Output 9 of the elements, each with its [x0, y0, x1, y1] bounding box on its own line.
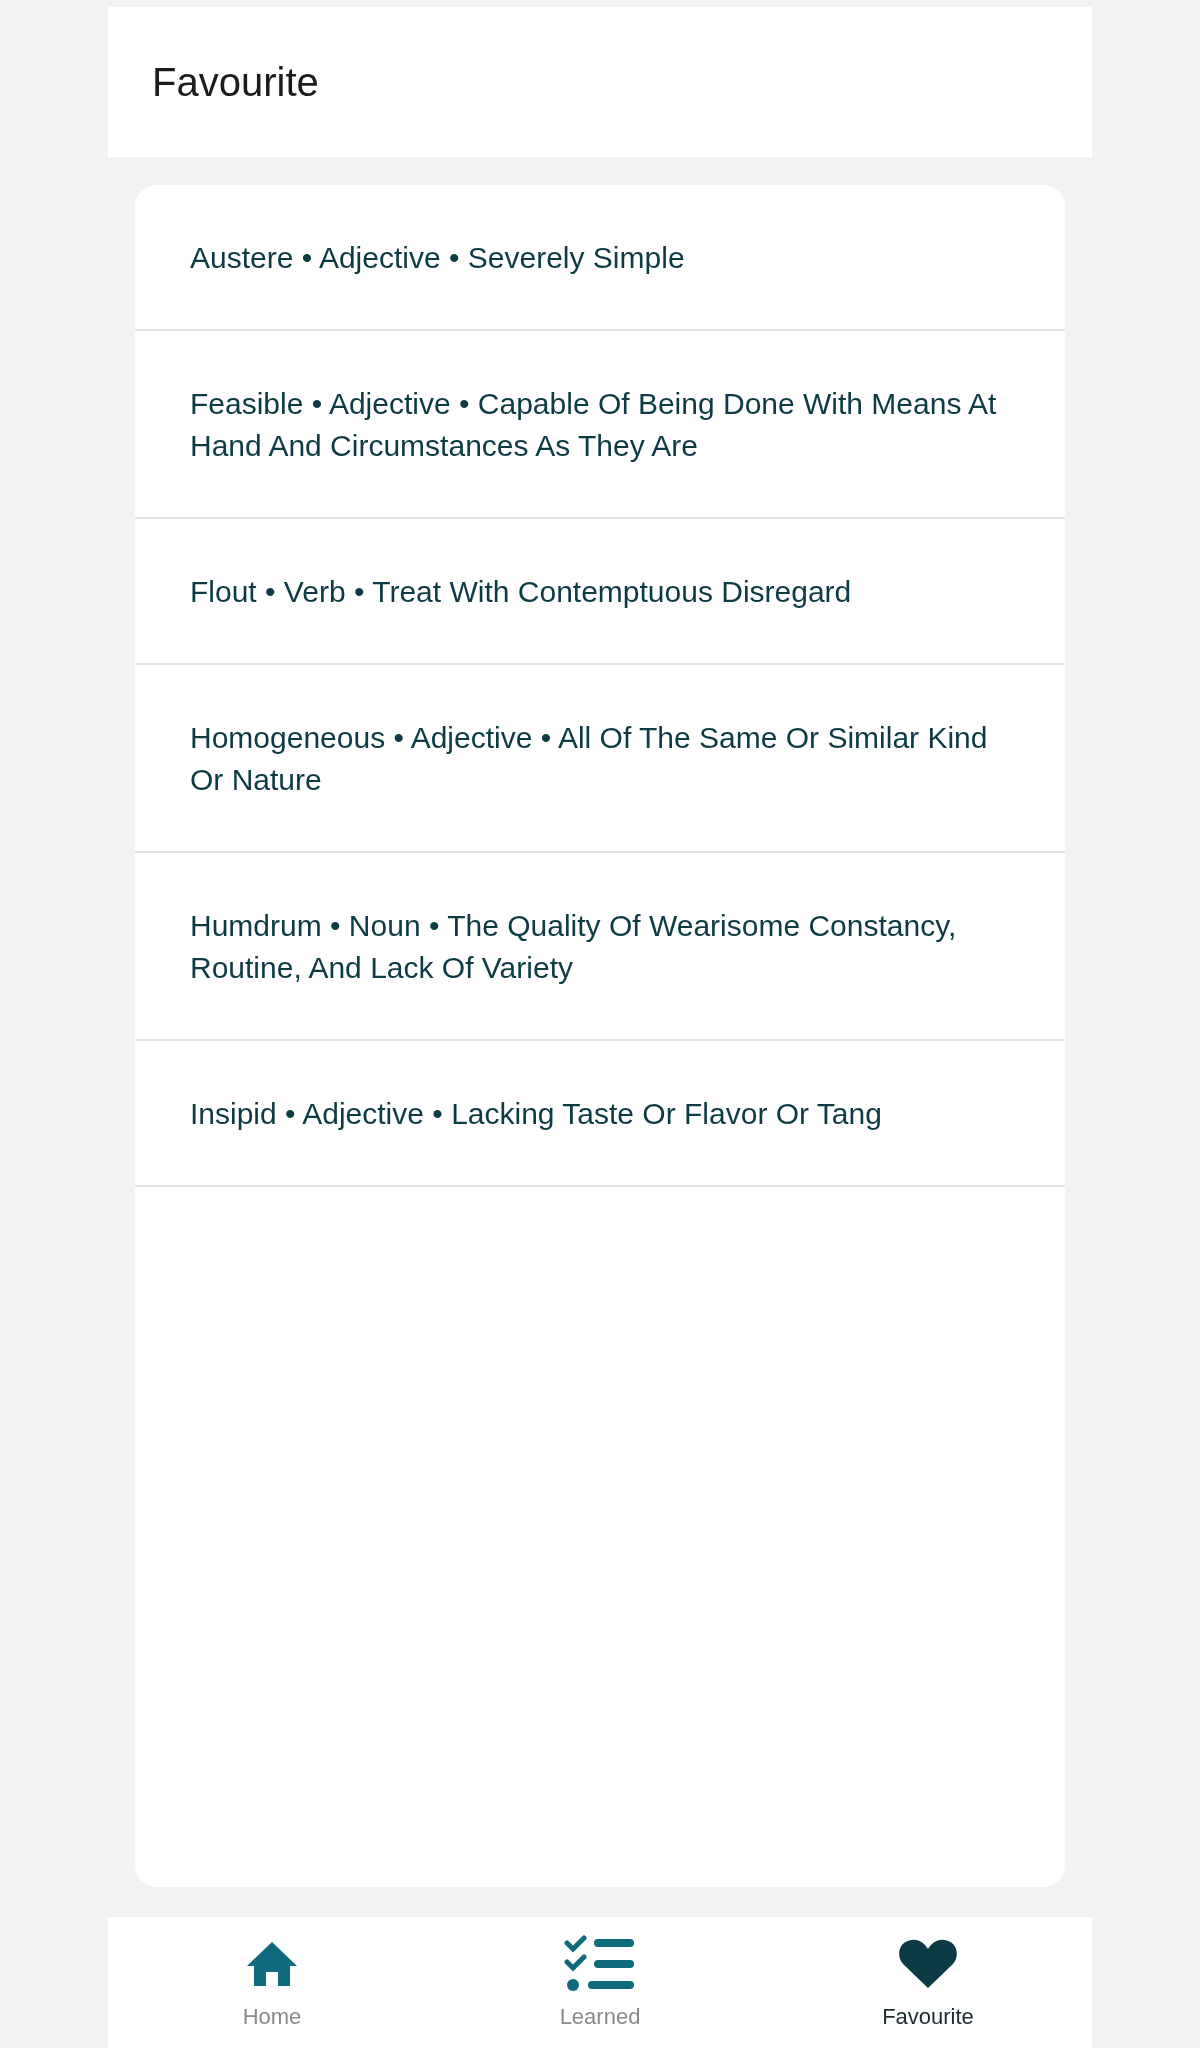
word-entry[interactable]: Humdrum • Noun • The Quality Of Wearisome Constancy, Routine, And Lack Of Variety: [135, 853, 1065, 1041]
word-entry[interactable]: Insipid • Adjective • Lacking Taste Or Flavor Or Tang: [135, 1041, 1065, 1187]
page-title: Favourite: [152, 59, 319, 106]
word-entry[interactable]: Homogeneous • Adjective • All Of The Same Or Similar Kind Or Nature: [135, 665, 1065, 853]
word-entry[interactable]: Feasible • Adjective • Capable Of Being Done With Means At Hand And Circumstances As They Are: [135, 331, 1065, 519]
word-entry[interactable]: Austere • Adjective • Severely Simple: [135, 185, 1065, 331]
nav-tab[interactable]: Favourite: [764, 1917, 1092, 2048]
word-entry[interactable]: Flout • Verb • Treat With Contemptuous Disregard: [135, 519, 1065, 665]
checklist-icon: [564, 1935, 636, 1993]
